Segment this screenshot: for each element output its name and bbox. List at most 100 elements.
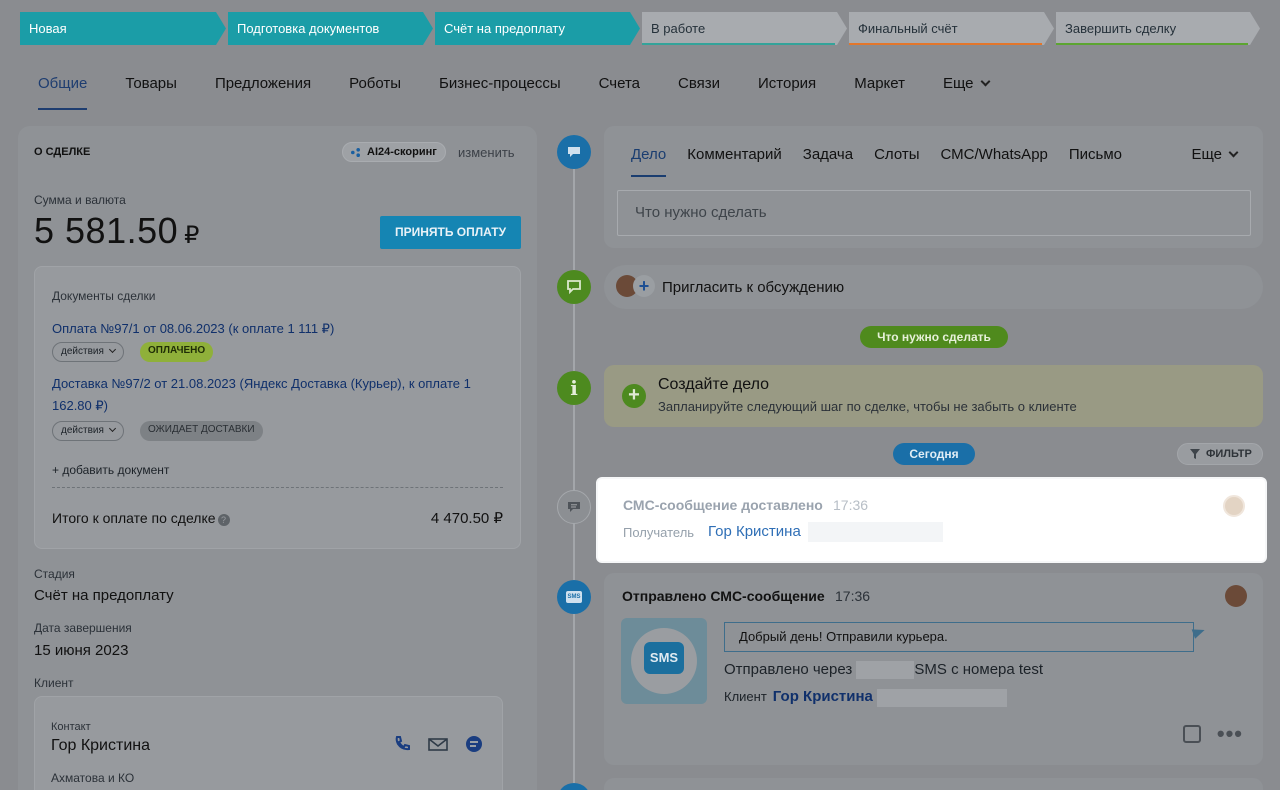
sent-via: Отправлено через SMS с номера test [724,661,1044,680]
client-contact-card: Контакт Гор Кристина Ахматова и КО [34,696,503,790]
deal-section-title: О СДЕЛКЕ [34,146,91,158]
tab-general[interactable]: Общие [38,72,88,110]
deal-documents: Документы сделки Оплата №97/1 от 08.06.2… [34,266,521,549]
document-actions-dropdown[interactable]: действия [52,421,124,441]
redacted-provider [856,661,915,680]
tab-market[interactable]: Маркет [854,72,905,104]
timeline-card [604,778,1263,790]
tab-task[interactable]: Дело [631,146,667,177]
sms-illustration: SMS [621,618,707,704]
sms-sent-event: Отправлено СМС-сообщение 17:36 SMS Добры… [604,573,1263,765]
invite-to-discussion[interactable]: + Пригласить к обсуждению [604,265,1263,309]
client-label: Клиент [724,689,767,704]
filter-button[interactable]: ФИЛЬТР [1177,443,1263,465]
comment-icon [557,135,591,169]
chevron-down-icon [1228,147,1239,158]
close-date-label: Дата завершения [34,621,132,635]
tab-email[interactable]: Письмо [1069,146,1122,163]
tab-slots[interactable]: Слоты [874,146,919,163]
filter-icon [1190,449,1200,459]
create-task-subtitle: Запланируйте следующий шаг по сделке, чт… [658,399,1077,414]
todo-input[interactable]: Что нужно сделать [617,190,1251,236]
status-badge-paid: ОПЛАЧЕНО [140,342,214,362]
document-link-payment[interactable]: Оплата №97/1 от 08.06.2023 (к оплате 1 1… [52,318,512,340]
stage-docs[interactable]: Подготовка документов [228,12,433,45]
create-task-title: Создайте дело [658,376,770,393]
tab-products[interactable]: Товары [125,72,177,104]
redacted-phone [876,688,1007,707]
company-name[interactable]: Ахматова и КО [51,771,134,785]
stage-bar-indicator [849,43,1042,45]
tab-links[interactable]: Связи [678,72,720,104]
event-title: СМС-сообщение доставлено [623,497,823,513]
avatar [1225,585,1247,607]
todo-chip: Что нужно сделать [860,326,1008,348]
phone-icon[interactable] [392,735,414,753]
stage-final-invoice[interactable]: Финальный счёт [849,12,1054,45]
total-label-text: Итого к оплате по сделке [52,510,216,526]
help-icon[interactable]: ? [217,514,230,526]
client-link[interactable]: Гор Кристина [773,688,873,705]
add-document-link[interactable]: + добавить документ [52,463,169,477]
tab-todo[interactable]: Задача [803,146,853,163]
close-date-value[interactable]: 15 июня 2023 [34,642,128,659]
actions-label: действия [61,346,104,357]
plus-icon[interactable]: + [622,384,646,408]
chat-bubble-icon [557,270,591,304]
sent-via-prefix: Отправлено через [724,661,853,678]
tab-sms-whatsapp[interactable]: СМС/WhatsApp [941,146,1048,163]
mail-icon[interactable] [427,735,449,753]
ai-scoring-label: AI24-скоринг [367,146,437,158]
actions-label: действия [61,425,104,436]
document-actions-dropdown[interactable]: действия [52,342,124,362]
stage-close-deal[interactable]: Завершить сделку [1056,12,1260,45]
tab-history[interactable]: История [758,72,816,104]
event-time: 17:36 [835,588,871,604]
tab-more-label: Еще [942,75,974,92]
tab-comment[interactable]: Комментарий [687,146,781,163]
client-label: Клиент [34,676,74,690]
tab-business-processes[interactable]: Бизнес-процессы [439,72,561,104]
sent-via-suffix: SMS с номера test [914,661,1044,678]
stage-bar: Новая Подготовка документов Счёт на пред… [20,12,1260,45]
create-task-card[interactable]: + Создайте дело Запланируйте следующий ш… [604,365,1263,427]
more-options-icon[interactable]: ••• [1217,721,1243,747]
add-participant-icon[interactable]: + [633,275,655,297]
event-time: 17:36 [833,497,869,513]
total-label: Итого к оплате по сделке? [52,510,230,526]
status-badge-awaiting-delivery: ОЖИДАЕТ ДОСТАВКИ [140,421,263,441]
tab-invoices[interactable]: Счета [599,72,640,104]
info-icon: i [557,371,591,405]
message-icon [557,490,591,524]
note-icon[interactable] [1183,725,1201,743]
accept-payment-button[interactable]: ПРИНЯТЬ ОПЛАТУ [380,216,521,249]
tab-more[interactable]: Еще [942,72,990,104]
stage-label: Новая [29,21,67,36]
chat-icon[interactable] [463,735,485,753]
recipient-label: Получатель [623,525,695,540]
main-tabs: Общие Товары Предложения Роботы Бизнес-п… [38,72,1027,110]
stage-label: Счёт на предоплату [444,21,566,36]
recipient-link[interactable]: Гор Кристина [708,523,801,540]
contact-label: Контакт [51,721,91,733]
total-value: 4 470.50 ₽ [430,510,503,527]
editor-more-button[interactable]: Еще [1191,146,1239,163]
stage-new[interactable]: Новая [20,12,226,45]
activity-editor: Дело Комментарий Задача Слоты СМС/WhatsA… [604,126,1263,248]
stage-in-work[interactable]: В работе [642,12,847,45]
sms-delivered-event: СМС-сообщение доставлено 17:36 Получател… [598,479,1265,561]
stage-bar-indicator [1056,43,1248,45]
change-link[interactable]: изменить [458,145,515,160]
deal-currency: ₽ [184,222,200,249]
tab-robots[interactable]: Роботы [349,72,401,104]
chevron-down-icon [108,424,116,433]
document-link-delivery[interactable]: Доставка №97/2 от 21.08.2023 (Яндекс Дос… [52,373,512,417]
redacted-phone [808,522,943,542]
stage-value[interactable]: Счёт на предоплату [34,587,174,604]
stage-label: Завершить сделку [1065,21,1177,36]
deal-info-card: О СДЕЛКЕ AI24-скоринг изменить Сумма и в… [18,126,537,790]
contact-name[interactable]: Гор Кристина [51,737,150,755]
tab-offers[interactable]: Предложения [215,72,311,104]
ai-scoring-badge[interactable]: AI24-скоринг [342,142,446,162]
stage-prepay[interactable]: Счёт на предоплату [435,12,640,45]
